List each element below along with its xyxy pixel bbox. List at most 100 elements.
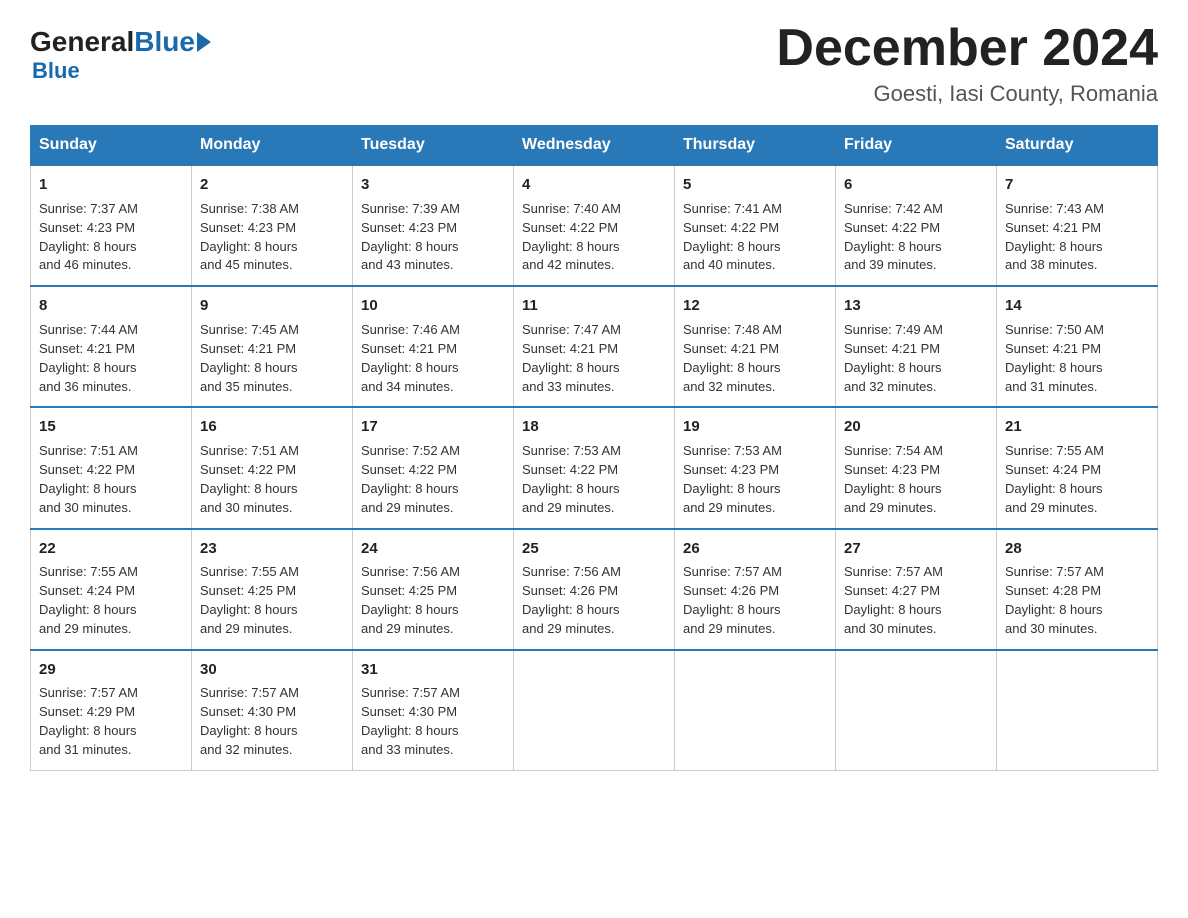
day-number: 26	[683, 538, 827, 560]
day-info: Sunrise: 7:44 AMSunset: 4:21 PMDaylight:…	[39, 321, 183, 396]
day-number: 5	[683, 174, 827, 196]
day-number: 4	[522, 174, 666, 196]
column-header-sunday: Sunday	[31, 126, 192, 166]
calendar-day-cell: 1 Sunrise: 7:37 AMSunset: 4:23 PMDaylight…	[31, 165, 192, 286]
logo-blue-part: Blue	[134, 28, 211, 56]
calendar-day-cell: 18Sunrise: 7:53 AMSunset: 4:22 PMDayligh…	[514, 407, 675, 528]
calendar-header-row: SundayMondayTuesdayWednesdayThursdayFrid…	[31, 126, 1158, 166]
calendar-day-cell: 21 Sunrise: 7:55 AMSunset: 4:24 PMDayligh…	[997, 407, 1158, 528]
day-number: 21	[1005, 416, 1149, 438]
day-info: Sunrise: 7:51 AMSunset: 4:22 PMDaylight:…	[39, 442, 183, 517]
page-header: General Blue Blue December 2024 Goesti, …	[30, 20, 1158, 107]
column-header-tuesday: Tuesday	[353, 126, 514, 166]
day-number: 8	[39, 295, 183, 317]
calendar-week-row: 29 Sunrise: 7:57 AMSunset: 4:29 PMDayligh…	[31, 650, 1158, 771]
day-info: Sunrise: 7:42 AMSunset: 4:22 PMDaylight:…	[844, 200, 988, 275]
calendar-day-cell: 7Sunrise: 7:43 AMSunset: 4:21 PMDaylight…	[997, 165, 1158, 286]
logo: General Blue Blue	[30, 28, 211, 84]
day-number: 22	[39, 538, 183, 560]
column-header-saturday: Saturday	[997, 126, 1158, 166]
day-info: Sunrise: 7:57 AMSunset: 4:29 PMDaylight:…	[39, 684, 183, 759]
calendar-day-cell: 24Sunrise: 7:56 AMSunset: 4:25 PMDayligh…	[353, 529, 514, 650]
day-info: Sunrise: 7:53 AMSunset: 4:23 PMDaylight:…	[683, 442, 827, 517]
calendar-day-cell: 22 Sunrise: 7:55 AMSunset: 4:24 PMDayligh…	[31, 529, 192, 650]
calendar-week-row: 22 Sunrise: 7:55 AMSunset: 4:24 PMDayligh…	[31, 529, 1158, 650]
logo-text: General Blue	[30, 28, 211, 56]
calendar-week-row: 8 Sunrise: 7:44 AMSunset: 4:21 PMDaylight…	[31, 286, 1158, 407]
logo-triangle-icon	[197, 32, 211, 52]
calendar-day-cell: 27Sunrise: 7:57 AMSunset: 4:27 PMDayligh…	[836, 529, 997, 650]
calendar-empty-cell	[514, 650, 675, 771]
day-info: Sunrise: 7:57 AMSunset: 4:30 PMDaylight:…	[361, 684, 505, 759]
month-year-title: December 2024	[776, 20, 1158, 77]
day-number: 20	[844, 416, 988, 438]
day-number: 16	[200, 416, 344, 438]
calendar-day-cell: 11Sunrise: 7:47 AMSunset: 4:21 PMDayligh…	[514, 286, 675, 407]
calendar-day-cell: 4 Sunrise: 7:40 AMSunset: 4:22 PMDaylight…	[514, 165, 675, 286]
day-info: Sunrise: 7:43 AMSunset: 4:21 PMDaylight:…	[1005, 200, 1149, 275]
day-info: Sunrise: 7:41 AMSunset: 4:22 PMDaylight:…	[683, 200, 827, 275]
column-header-friday: Friday	[836, 126, 997, 166]
day-number: 15	[39, 416, 183, 438]
day-number: 25	[522, 538, 666, 560]
logo-general: General	[30, 28, 134, 56]
day-number: 17	[361, 416, 505, 438]
day-info: Sunrise: 7:55 AMSunset: 4:24 PMDaylight:…	[39, 563, 183, 638]
day-info: Sunrise: 7:53 AMSunset: 4:22 PMDaylight:…	[522, 442, 666, 517]
day-number: 1	[39, 174, 183, 196]
title-area: December 2024 Goesti, Iasi County, Roman…	[776, 20, 1158, 107]
day-number: 14	[1005, 295, 1149, 317]
calendar-day-cell: 3Sunrise: 7:39 AMSunset: 4:23 PMDaylight…	[353, 165, 514, 286]
calendar-day-cell: 13 Sunrise: 7:49 AMSunset: 4:21 PMDayligh…	[836, 286, 997, 407]
location-subtitle: Goesti, Iasi County, Romania	[776, 81, 1158, 107]
column-header-thursday: Thursday	[675, 126, 836, 166]
day-number: 3	[361, 174, 505, 196]
day-info: Sunrise: 7:46 AMSunset: 4:21 PMDaylight:…	[361, 321, 505, 396]
calendar-day-cell: 17 Sunrise: 7:52 AMSunset: 4:22 PMDayligh…	[353, 407, 514, 528]
day-number: 31	[361, 659, 505, 681]
calendar-empty-cell	[836, 650, 997, 771]
calendar-day-cell: 25 Sunrise: 7:56 AMSunset: 4:26 PMDayligh…	[514, 529, 675, 650]
day-number: 29	[39, 659, 183, 681]
day-info: Sunrise: 7:48 AMSunset: 4:21 PMDaylight:…	[683, 321, 827, 396]
logo-subtitle: Blue	[32, 58, 80, 84]
day-number: 13	[844, 295, 988, 317]
day-info: Sunrise: 7:47 AMSunset: 4:21 PMDaylight:…	[522, 321, 666, 396]
calendar-day-cell: 2 Sunrise: 7:38 AMSunset: 4:23 PMDaylight…	[192, 165, 353, 286]
day-number: 27	[844, 538, 988, 560]
calendar-day-cell: 26 Sunrise: 7:57 AMSunset: 4:26 PMDayligh…	[675, 529, 836, 650]
column-header-wednesday: Wednesday	[514, 126, 675, 166]
calendar-day-cell: 20 Sunrise: 7:54 AMSunset: 4:23 PMDayligh…	[836, 407, 997, 528]
day-number: 6	[844, 174, 988, 196]
calendar-day-cell: 15 Sunrise: 7:51 AMSunset: 4:22 PMDayligh…	[31, 407, 192, 528]
calendar-day-cell: 28Sunrise: 7:57 AMSunset: 4:28 PMDayligh…	[997, 529, 1158, 650]
calendar-day-cell: 8 Sunrise: 7:44 AMSunset: 4:21 PMDaylight…	[31, 286, 192, 407]
day-info: Sunrise: 7:54 AMSunset: 4:23 PMDaylight:…	[844, 442, 988, 517]
column-header-monday: Monday	[192, 126, 353, 166]
day-info: Sunrise: 7:52 AMSunset: 4:22 PMDaylight:…	[361, 442, 505, 517]
day-info: Sunrise: 7:50 AMSunset: 4:21 PMDaylight:…	[1005, 321, 1149, 396]
day-number: 28	[1005, 538, 1149, 560]
day-info: Sunrise: 7:56 AMSunset: 4:26 PMDaylight:…	[522, 563, 666, 638]
calendar-day-cell: 14 Sunrise: 7:50 AMSunset: 4:21 PMDayligh…	[997, 286, 1158, 407]
day-info: Sunrise: 7:49 AMSunset: 4:21 PMDaylight:…	[844, 321, 988, 396]
day-info: Sunrise: 7:37 AMSunset: 4:23 PMDaylight:…	[39, 200, 183, 275]
day-info: Sunrise: 7:55 AMSunset: 4:24 PMDaylight:…	[1005, 442, 1149, 517]
day-number: 12	[683, 295, 827, 317]
day-number: 23	[200, 538, 344, 560]
day-info: Sunrise: 7:51 AMSunset: 4:22 PMDaylight:…	[200, 442, 344, 517]
day-info: Sunrise: 7:55 AMSunset: 4:25 PMDaylight:…	[200, 563, 344, 638]
day-number: 2	[200, 174, 344, 196]
day-info: Sunrise: 7:40 AMSunset: 4:22 PMDaylight:…	[522, 200, 666, 275]
calendar-day-cell: 19 Sunrise: 7:53 AMSunset: 4:23 PMDayligh…	[675, 407, 836, 528]
calendar-table: SundayMondayTuesdayWednesdayThursdayFrid…	[30, 125, 1158, 771]
day-number: 19	[683, 416, 827, 438]
day-info: Sunrise: 7:57 AMSunset: 4:30 PMDaylight:…	[200, 684, 344, 759]
calendar-empty-cell	[997, 650, 1158, 771]
day-info: Sunrise: 7:57 AMSunset: 4:26 PMDaylight:…	[683, 563, 827, 638]
day-info: Sunrise: 7:56 AMSunset: 4:25 PMDaylight:…	[361, 563, 505, 638]
calendar-empty-cell	[675, 650, 836, 771]
day-info: Sunrise: 7:38 AMSunset: 4:23 PMDaylight:…	[200, 200, 344, 275]
calendar-day-cell: 23 Sunrise: 7:55 AMSunset: 4:25 PMDayligh…	[192, 529, 353, 650]
calendar-day-cell: 29 Sunrise: 7:57 AMSunset: 4:29 PMDayligh…	[31, 650, 192, 771]
